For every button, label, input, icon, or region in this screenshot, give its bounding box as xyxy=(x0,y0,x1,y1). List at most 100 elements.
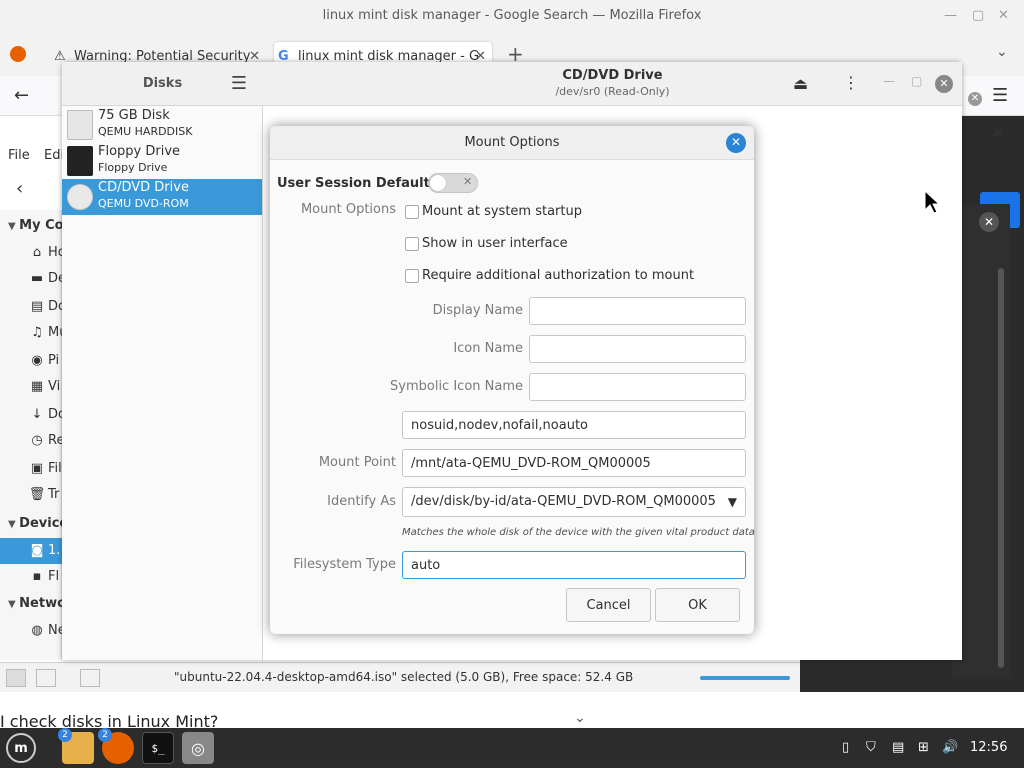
back-arrow-icon[interactable]: ← xyxy=(14,85,29,106)
status-text: "ubuntu-22.04.4-desktop-amd64.iso" selec… xyxy=(174,670,634,684)
hamburger-menu-icon[interactable]: ☰ xyxy=(231,62,247,106)
desktop-icon: ▬ xyxy=(30,271,44,286)
icon-name-input[interactable] xyxy=(529,335,746,363)
mount-at-startup-checkbox[interactable] xyxy=(405,205,419,219)
mount-point-input[interactable] xyxy=(402,449,746,477)
camera-icon: ◉ xyxy=(31,353,43,368)
clock-icon: ◷ xyxy=(31,433,43,448)
sidebar-section-my-computer: ▼ My Co xyxy=(8,218,64,233)
close-icon[interactable]: ✕ xyxy=(979,212,999,232)
places-toggle-icon[interactable] xyxy=(6,669,26,687)
sidebar-item-documents[interactable]: ▤ Do xyxy=(0,294,62,320)
sidebar-item-desktop[interactable]: ▬De xyxy=(0,266,62,292)
disks-drive-list: Disks ☰ 75 GB Disk QEMU HARDDISK Floppy … xyxy=(62,62,263,660)
toggle-knob xyxy=(430,175,446,191)
require-auth-checkbox[interactable] xyxy=(405,269,419,283)
dialog-title: Mount Options xyxy=(464,135,560,150)
download-icon: ↓ xyxy=(31,407,43,422)
close-panel-icon[interactable]: ✕ xyxy=(992,126,1004,142)
drive-item-optical[interactable]: CD/DVD Drive QEMU DVD-ROM xyxy=(62,179,262,215)
identify-as-label: Identify As xyxy=(327,494,396,509)
mount-options-input[interactable] xyxy=(402,411,746,439)
firefox-app-icon[interactable]: 2 xyxy=(98,728,134,764)
display-name-input[interactable] xyxy=(529,297,746,325)
maximize-icon[interactable]: ▢ xyxy=(972,0,984,32)
eject-icon[interactable]: ⏏ xyxy=(793,74,808,93)
cancel-button[interactable]: Cancel xyxy=(566,588,651,622)
disks-right-header: CD/DVD Drive /dev/sr0 (Read-Only) ⏏ ⋮ — … xyxy=(263,62,962,106)
clock[interactable]: 12:56 xyxy=(970,728,1007,768)
sidebar-item-downloads[interactable]: ↓ Do xyxy=(0,402,62,428)
mount-point-label: Mount Point xyxy=(318,455,396,470)
sidebar-item-trash[interactable]: 🗑 Tr xyxy=(0,482,62,508)
sidebar-item-device-iso[interactable]: ◙ 1. xyxy=(0,538,62,564)
video-icon: ▦ xyxy=(30,379,44,394)
optical-icon xyxy=(67,184,93,210)
sidebar-item-pictures[interactable]: ◉ Pi xyxy=(0,348,62,374)
sidebar-item-videos[interactable]: ▦ Vi xyxy=(0,374,62,400)
zoom-slider[interactable] xyxy=(700,676,790,680)
dialog-header: Mount Options ✕ xyxy=(270,126,754,160)
tree-toggle-icon[interactable] xyxy=(36,669,56,687)
sidebar-item-recent[interactable]: ◷ Re xyxy=(0,428,62,454)
nemo-back-icon[interactable]: ‹ xyxy=(16,178,23,199)
clear-icon[interactable]: ✕ xyxy=(968,92,982,106)
sidebar-item-network[interactable]: ◍ Ne xyxy=(0,618,62,644)
firefox-titlebar: linux mint disk manager - Google Search … xyxy=(0,0,1024,34)
network-icon[interactable]: ⊞ xyxy=(918,728,929,768)
toggle-off-icon: ✕ xyxy=(463,175,473,188)
sidebar-item-music[interactable]: ♫Mu xyxy=(0,320,62,346)
files-app-icon[interactable]: 2 xyxy=(58,728,94,764)
menu-file[interactable]: File xyxy=(8,148,30,163)
drive-item-harddisk[interactable]: 75 GB Disk QEMU HARDDISK xyxy=(62,107,262,143)
ok-button[interactable]: OK xyxy=(655,588,740,622)
taskbar: m 2 2 $_ ◎ ▯ ⛉ ▤ ⊞ 🔊 12:56 xyxy=(0,728,1024,768)
disks-app-icon[interactable]: ◎ xyxy=(182,732,214,764)
identify-as-hint: Matches the whole disk of the device wit… xyxy=(402,527,755,538)
floppy-icon xyxy=(67,146,93,176)
tab-list-chevron-icon[interactable]: ⌄ xyxy=(996,44,1008,60)
close-icon[interactable]: ✕ xyxy=(935,75,953,93)
minimize-icon[interactable]: — xyxy=(944,0,957,32)
sidebar-section-network: ▼ Netwo xyxy=(8,596,64,611)
document-icon: ▤ xyxy=(30,299,44,314)
clipboard-icon[interactable]: ▤ xyxy=(892,728,904,768)
filesystem-icon: ▣ xyxy=(30,461,44,476)
show-in-ui-label: Show in user interface xyxy=(422,236,568,251)
drive-item-floppy[interactable]: Floppy Drive Floppy Drive xyxy=(62,143,262,179)
terminal-app-icon[interactable]: $_ xyxy=(142,732,174,764)
close-icon[interactable]: ✕ xyxy=(998,0,1009,32)
sidebar-toggle-icon[interactable] xyxy=(80,669,100,687)
chevron-down-icon[interactable]: ⌄ xyxy=(574,710,586,726)
web-page-strip: I check disks in Linux Mint? ⌄ xyxy=(0,692,1024,731)
user-session-defaults-toggle[interactable]: ✕ xyxy=(428,173,478,193)
symbolic-icon-name-input[interactable] xyxy=(529,373,746,401)
maximize-icon[interactable]: ▢ xyxy=(911,74,922,88)
mount-at-startup-label: Mount at system startup xyxy=(422,204,582,219)
sidebar-item-filesystem[interactable]: ▣ Fil xyxy=(0,456,62,482)
file-manager-sidebar: ▼ My Co ⌂Ho ▬De ▤Do ♫Mu ◉Pi ▦Vi ↓Do ◷Re … xyxy=(0,210,64,660)
filesystem-type-input[interactable] xyxy=(402,551,746,579)
scrollbar[interactable] xyxy=(998,268,1004,668)
close-icon[interactable]: ✕ xyxy=(726,133,746,153)
display-name-label: Display Name xyxy=(432,303,523,318)
mount-options-label: Mount Options xyxy=(300,202,396,217)
sidebar-item-device-floppy[interactable]: ▪ Fl xyxy=(0,564,62,590)
mouse-pointer-icon xyxy=(924,190,940,214)
file-manager-statusbar: "ubuntu-22.04.4-desktop-amd64.iso" selec… xyxy=(0,662,800,692)
floppy-icon: ▪ xyxy=(32,569,42,584)
mint-menu-icon[interactable]: m xyxy=(6,733,36,763)
shield-icon[interactable]: ⛉ xyxy=(866,728,876,768)
volume-icon[interactable]: 🔊 xyxy=(942,728,958,768)
disks-title: Disks xyxy=(142,76,183,91)
update-icon[interactable]: ▯ xyxy=(842,728,849,768)
window-title: linux mint disk manager - Google Search … xyxy=(322,8,702,23)
mount-options-dialog: Mount Options ✕ User Session Defaults ✕ … xyxy=(270,126,755,634)
sidebar-item-home[interactable]: ⌂ Ho xyxy=(0,240,62,266)
more-options-icon[interactable]: ⋮ xyxy=(843,73,859,92)
minimize-icon[interactable]: — xyxy=(883,74,895,88)
hamburger-menu-icon[interactable]: ☰ xyxy=(992,85,1008,106)
show-in-ui-checkbox[interactable] xyxy=(405,237,419,251)
firefox-icon[interactable] xyxy=(10,46,26,62)
identify-as-select[interactable]: /dev/disk/by-id/ata-QEMU_DVD-ROM_QM00005… xyxy=(402,487,746,517)
